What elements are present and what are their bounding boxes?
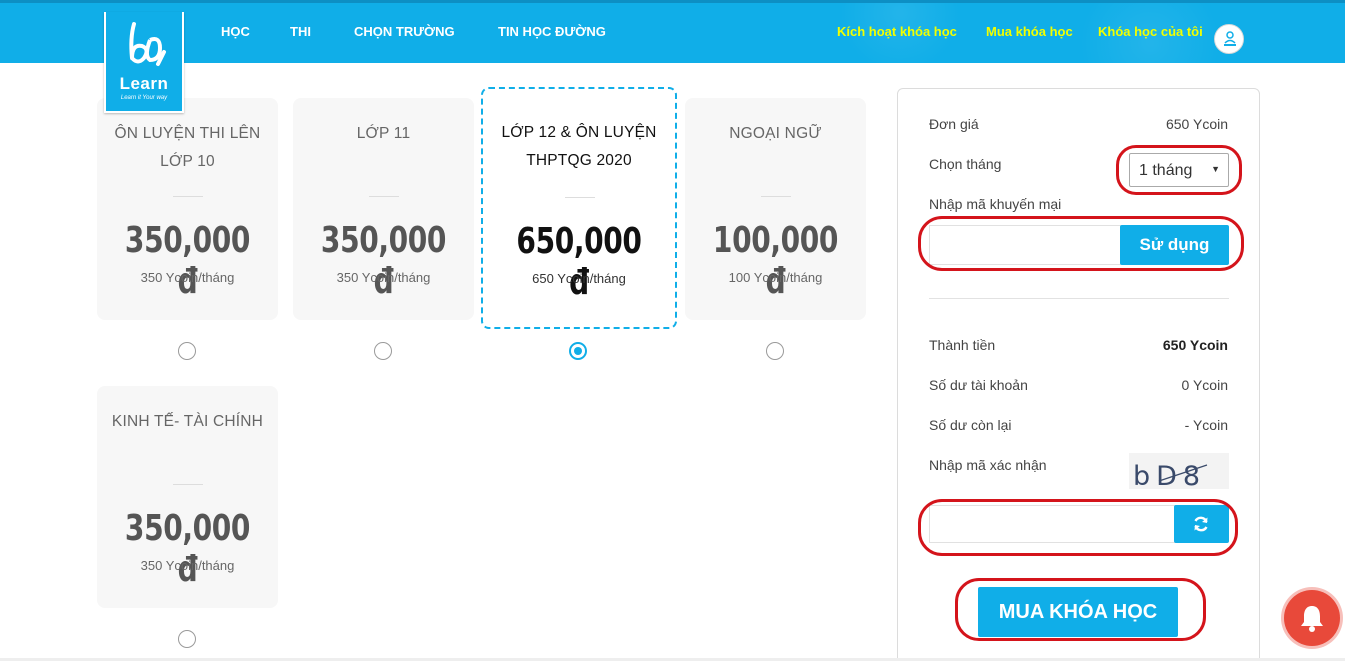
activate-course-link[interactable]: Kích hoạt khóa học (837, 24, 957, 39)
total-label: Thành tiền (929, 337, 996, 353)
bell-icon (1301, 606, 1323, 632)
caret-down-icon: ▼ (1211, 164, 1220, 174)
learn-logo-icon (129, 22, 166, 66)
buy-course-link[interactable]: Mua khóa học (986, 24, 1073, 39)
notification-bell-button[interactable] (1284, 590, 1340, 646)
month-select[interactable]: 1 tháng ▼ (1129, 153, 1229, 187)
panel-divider (929, 298, 1229, 299)
top-navbar: HỌC THI CHỌN TRƯỜNG TIN HỌC ĐƯỜNG Kích h… (0, 0, 1345, 63)
course-ycoin-per-month: 100 Ycoin/tháng (728, 270, 823, 285)
remaining-label: Số dư còn lại (929, 417, 1012, 433)
purchase-panel: Đơn giá 650 Ycoin Chọn tháng 1 tháng ▼ N… (897, 88, 1260, 661)
unit-price-label: Đơn giá (929, 116, 979, 132)
course-ycoin-per-month: 650 Ycoin/tháng (532, 271, 626, 286)
course-radio-ngoai-ngu[interactable] (766, 342, 784, 360)
buy-course-button[interactable]: MUA KHÓA HỌC (978, 587, 1178, 637)
course-price: 100,000 đ (712, 220, 839, 302)
use-promo-button[interactable]: Sử dụng (1120, 225, 1229, 265)
unit-price-value: 650 Ycoin (1165, 116, 1228, 132)
site-logo[interactable]: Learn Learn it Your way (104, 12, 184, 113)
avatar[interactable] (1214, 24, 1244, 54)
month-label: Chọn tháng (929, 156, 1002, 172)
course-card-lop12[interactable]: LỚP 12 & ÔN LUYỆN THPTQG 2020 650,000 đ … (481, 87, 677, 329)
refresh-captcha-button[interactable] (1174, 505, 1229, 543)
course-price: 350,000 đ (124, 508, 251, 590)
nav-thi[interactable]: THI (290, 24, 311, 39)
course-title: ÔN LUYỆN THI LÊN LỚP 10 (114, 125, 261, 170)
captcha-label: Nhập mã xác nhận (929, 457, 1047, 473)
course-card-lop10[interactable]: ÔN LUYỆN THI LÊN LỚP 10 350,000 đ 350 Yc… (97, 98, 278, 320)
course-title: NGOẠI NGỮ (729, 125, 822, 142)
course-ycoin-per-month: 350 Ycoin/tháng (140, 270, 235, 285)
course-radio-lop12[interactable] (569, 342, 587, 360)
card-divider (173, 196, 203, 197)
my-courses-link[interactable]: Khóa học của tôi (1098, 24, 1203, 39)
card-divider (761, 196, 791, 197)
course-ycoin-per-month: 350 Ycoin/tháng (140, 558, 235, 573)
course-price: 350,000 đ (124, 220, 251, 302)
captcha-noise (1158, 464, 1208, 482)
card-divider (565, 197, 595, 198)
total-value: 650 Ycoin (1162, 337, 1228, 353)
remaining-value: - Ycoin (1184, 417, 1228, 433)
balance-label: Số dư tài khoản (929, 377, 1028, 393)
logo-tagline: Learn it Your way (120, 95, 168, 101)
captcha-image: bD8 (1129, 453, 1229, 489)
promo-code-input[interactable] (929, 225, 1121, 265)
month-select-value: 1 tháng (1139, 162, 1193, 179)
logo-text: Learn (119, 74, 169, 93)
course-radio-lop11[interactable] (374, 342, 392, 360)
course-ycoin-per-month: 350 Ycoin/tháng (336, 270, 431, 285)
nav-tin-hoc-duong[interactable]: TIN HỌC ĐƯỜNG (498, 24, 606, 39)
nav-hoc[interactable]: HỌC (221, 24, 250, 39)
promo-label: Nhập mã khuyến mại (929, 196, 1062, 212)
logo-small-icon (1224, 31, 1236, 46)
balance-value: 0 Ycoin (1181, 377, 1228, 393)
card-divider (173, 484, 203, 485)
course-title: KINH TẾ- TÀI CHÍNH (111, 413, 264, 430)
course-radio-lop10[interactable] (178, 342, 196, 360)
nav-chon-truong[interactable]: CHỌN TRƯỜNG (354, 24, 455, 39)
course-title: LỚP 12 & ÔN LUYỆN THPTQG 2020 (501, 124, 657, 169)
course-title: LỚP 11 (356, 125, 411, 142)
course-card-ngoai-ngu[interactable]: NGOẠI NGỮ 100,000 đ 100 Ycoin/tháng (685, 98, 866, 320)
card-divider (369, 196, 399, 197)
refresh-icon (1194, 516, 1208, 532)
captcha-input[interactable] (929, 505, 1176, 543)
course-price: 350,000 đ (320, 220, 447, 302)
course-price: 650,000 đ (516, 221, 642, 303)
course-card-lop11[interactable]: LỚP 11 350,000 đ 350 Ycoin/tháng (293, 98, 474, 320)
course-card-kinh-te[interactable]: KINH TẾ- TÀI CHÍNH 350,000 đ 350 Ycoin/t… (97, 386, 278, 608)
course-radio-kinh-te[interactable] (178, 630, 196, 648)
